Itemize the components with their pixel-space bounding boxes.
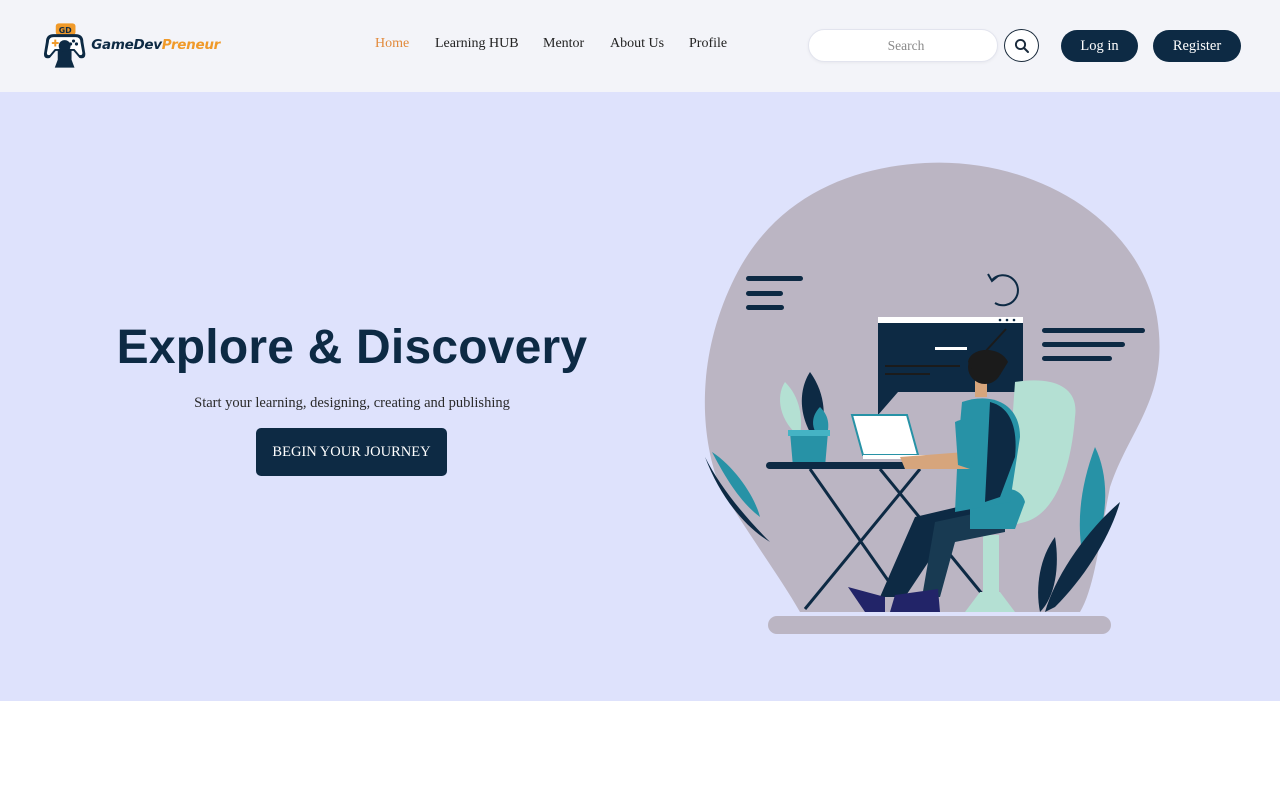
register-button[interactable]: Register bbox=[1153, 30, 1241, 62]
nav-mentor[interactable]: Mentor bbox=[543, 36, 584, 52]
brand-name: GameDevPreneur bbox=[91, 37, 220, 53]
search-input[interactable] bbox=[809, 30, 997, 61]
chair-stem bbox=[983, 535, 999, 595]
hero-subtitle: Start your learning, designing, creating… bbox=[194, 395, 510, 411]
search-icon bbox=[1014, 38, 1029, 53]
brand-logo[interactable]: GD GameDevPreneur bbox=[40, 20, 220, 70]
search-button[interactable] bbox=[1004, 29, 1039, 62]
floor-shadow bbox=[768, 616, 1111, 634]
nav-profile[interactable]: Profile bbox=[689, 36, 727, 52]
begin-journey-button[interactable]: BEGIN YOUR JOURNEY bbox=[256, 428, 447, 476]
brand-name-part1: GameDev bbox=[91, 37, 162, 53]
site-header: GD GameDevPreneur Home Learning HUB Ment… bbox=[0, 0, 1280, 92]
hero-title: Explore & Discovery bbox=[116, 321, 588, 374]
person-working-on-laptop-illustration bbox=[704, 162, 1160, 634]
svg-text:GD: GD bbox=[59, 26, 72, 35]
hero-section: Explore & Discovery Start your learning,… bbox=[0, 92, 1280, 701]
brand-name-part2: Preneur bbox=[161, 37, 221, 53]
gamepad-logo-icon: GD bbox=[43, 23, 86, 68]
search-container bbox=[808, 29, 998, 62]
login-button[interactable]: Log in bbox=[1061, 30, 1138, 62]
next-section bbox=[0, 701, 1280, 800]
nav-home[interactable]: Home bbox=[375, 36, 409, 52]
nav-learning-hub[interactable]: Learning HUB bbox=[435, 36, 519, 52]
nav-about-us[interactable]: About Us bbox=[610, 36, 664, 52]
